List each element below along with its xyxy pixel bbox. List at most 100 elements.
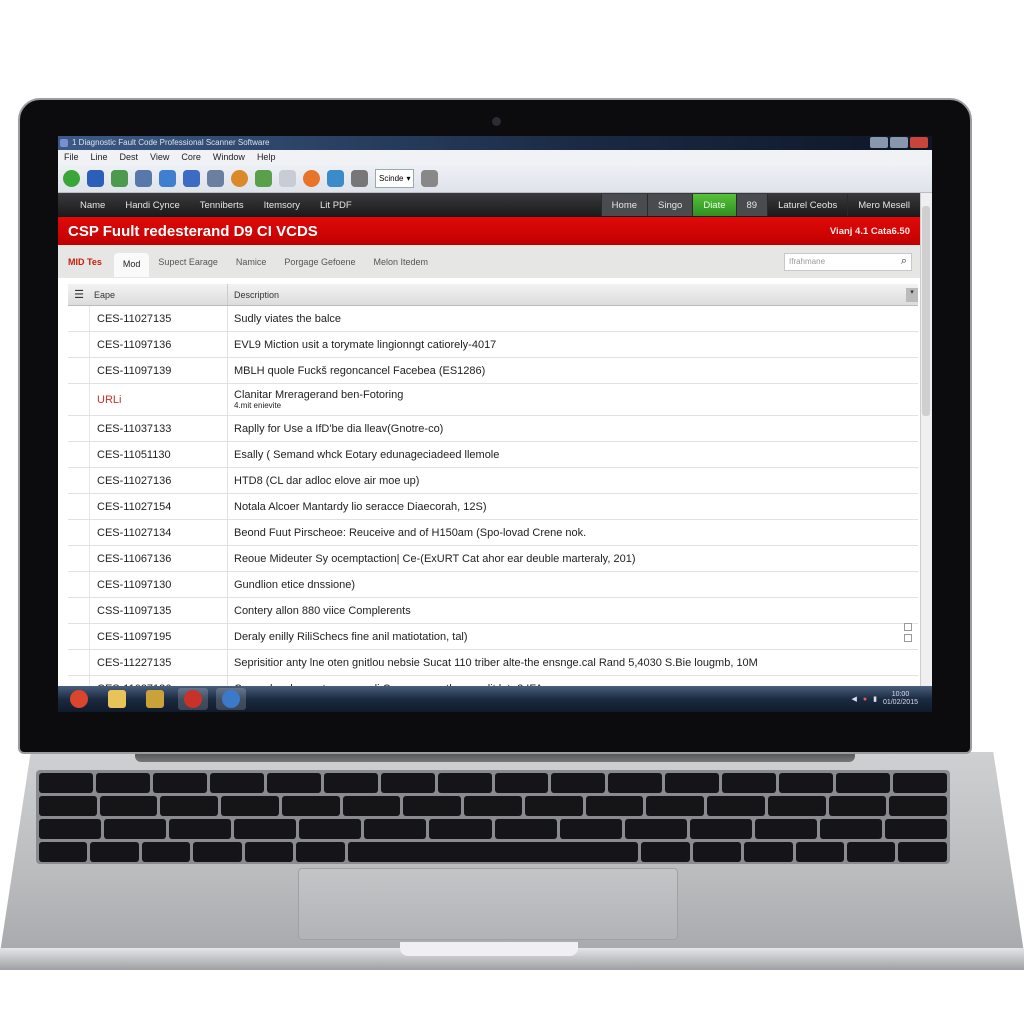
row-gutter (68, 442, 90, 467)
files-icon[interactable] (140, 688, 170, 710)
tab[interactable]: Melon Itedem (364, 249, 437, 275)
table-row[interactable]: CES-11227135 Seprisitior anty lne oten gn… (68, 650, 918, 676)
table-row[interactable]: URLi Clanitar Mreragerand ben-Fotoring 4.m… (68, 384, 918, 416)
key (244, 842, 294, 862)
search-combo[interactable]: Scinde ▾ (375, 168, 415, 188)
column-header-code[interactable]: Eape (90, 284, 228, 305)
key (795, 842, 845, 862)
clock[interactable]: 10:00 01/02/2015 (883, 691, 918, 707)
refresh-icon[interactable] (63, 169, 80, 187)
globe-icon[interactable] (135, 169, 152, 187)
table-row[interactable]: CES-11097136 EVL9 Miction usit a torymate… (68, 332, 918, 358)
table-row[interactable]: CES-11027134 Beond Fuut Pirscheoe: Reucei… (68, 520, 918, 546)
table-row[interactable]: CSS-11097135 Contery allon 880 viice Comp… (68, 598, 918, 624)
network-icon[interactable] (327, 169, 344, 187)
key (646, 796, 705, 816)
page-icon[interactable] (279, 169, 296, 187)
back-icon[interactable] (87, 169, 104, 187)
table-row[interactable]: CES-11097130 Gundlion etice dnssione) (68, 572, 918, 598)
table-row[interactable]: CES-11037133 Raplly for Use a IfD'be dia … (68, 416, 918, 442)
settings-icon[interactable] (421, 169, 439, 187)
row-gutter (68, 468, 90, 493)
key (380, 773, 435, 793)
row-gutter (68, 332, 90, 357)
upload-icon[interactable] (303, 169, 320, 187)
column-header-description[interactable]: Description (228, 290, 279, 300)
fault-code: CES-11097130 (90, 572, 228, 597)
laptop-notch (400, 942, 578, 956)
keyboard (36, 770, 950, 864)
checkbox[interactable] (904, 622, 912, 631)
row-gutter (68, 358, 90, 383)
fault-code: CES-11097136 (90, 332, 228, 357)
key (342, 796, 401, 816)
tab[interactable]: Porgage Gefoene (275, 249, 364, 275)
nav-tab[interactable]: Diate (692, 194, 736, 216)
description-text: Notala Alcoer Mantardy lio seracce Diaec… (234, 500, 487, 513)
table-row[interactable]: CES-11051130 Esally ( Semand whck Eotary … (68, 442, 918, 468)
table-row[interactable]: CES-11027135 Sudly viates the balce (68, 306, 918, 332)
chart-icon[interactable] (183, 169, 200, 187)
nav-item[interactable]: Handi Cynce (125, 200, 179, 211)
menu-view[interactable]: View (150, 150, 169, 164)
dropdown-arrow-icon[interactable]: ▾ (406, 174, 410, 183)
battery-icon[interactable]: ▮ (873, 695, 877, 703)
table-row[interactable]: CES-11027154 Notala Alcoer Mantardy lio s… (68, 494, 918, 520)
browser-icon[interactable] (216, 688, 246, 710)
column-menu-icon[interactable]: ☰ (68, 288, 90, 301)
tab[interactable]: Namice (227, 249, 276, 275)
menu-file[interactable]: File (64, 150, 79, 164)
folder-icon[interactable] (102, 688, 132, 710)
maximize-button[interactable] (890, 137, 908, 148)
minimize-button[interactable] (870, 137, 888, 148)
fault-code: URLi (90, 384, 228, 415)
key (819, 819, 883, 839)
tab[interactable]: Mod (113, 252, 150, 277)
table-row[interactable]: CES-11097139 MBLH quole Fuckš regoncancel… (68, 358, 918, 384)
nav-item[interactable]: Name (80, 200, 105, 211)
tab[interactable]: Supect Earage (149, 249, 227, 275)
scrollbar-thumb[interactable] (922, 206, 930, 416)
menu-line[interactable]: Line (91, 150, 108, 164)
nav-tab[interactable]: 89 (735, 194, 768, 216)
fault-code: CES-11027154 (90, 494, 228, 519)
menu-help[interactable]: Help (257, 150, 276, 164)
menu-core[interactable]: Core (181, 150, 201, 164)
menu-bar: File Line Dest View Core Window Help (58, 150, 932, 164)
search-icon[interactable]: ⌕ (901, 255, 907, 268)
menu-dest[interactable]: Dest (120, 150, 139, 164)
search-icon[interactable] (351, 169, 368, 187)
tool-icon[interactable] (207, 169, 224, 187)
nav-tab[interactable]: Home (600, 194, 648, 216)
nav-item[interactable]: Lit PDF (320, 200, 352, 211)
nav-tab[interactable]: Laturel Ceobs (767, 194, 847, 216)
nav-tab[interactable]: Mero Mesell (847, 194, 920, 216)
fault-description: Seprisitior anty lne oten gnitlou nebsie… (228, 657, 918, 669)
fault-description: Reoue Mideuter Sy ocemptaction| Ce-(ExUR… (228, 553, 918, 565)
checkbox[interactable] (904, 633, 912, 642)
browser-icon[interactable] (231, 169, 248, 187)
nav-tab[interactable]: Singo (647, 194, 693, 216)
image-icon[interactable] (159, 169, 176, 187)
media-icon[interactable] (178, 688, 208, 710)
menu-window[interactable]: Window (213, 150, 245, 164)
fault-code: CES-11097195 (90, 624, 228, 649)
nav-item[interactable]: Itemsory (264, 200, 300, 211)
nav-item[interactable]: Tenniberts (200, 200, 244, 211)
sort-icon[interactable]: ▾ (906, 288, 918, 302)
download-icon[interactable] (255, 169, 272, 187)
volume-icon[interactable]: ◀ (851, 695, 856, 703)
search-input[interactable]: Ifrahmane ⌕ (784, 253, 912, 271)
key (893, 773, 947, 793)
header-banner: CSP Fuult redesterand D9 CI VCDS Vianj 4… (58, 217, 920, 245)
document-icon[interactable] (111, 169, 128, 187)
chrome-icon[interactable] (64, 688, 94, 710)
fault-code: CES-11097139 (90, 358, 228, 383)
table-row[interactable]: CES-11067136 Reoue Mideuter Sy ocemptacti… (68, 546, 918, 572)
table-row[interactable]: CES-11097195 Deraly enilly RiliSchecs fin… (68, 622, 918, 650)
table-row[interactable]: CES-11027136 HTD8 (CL dar adloc elove air… (68, 468, 918, 494)
key (296, 842, 345, 862)
close-button[interactable] (910, 137, 928, 148)
network-icon[interactable]: ● (863, 696, 867, 703)
description-text: Beond Fuut Pirscheoe: Reuceive and of H1… (234, 526, 587, 539)
